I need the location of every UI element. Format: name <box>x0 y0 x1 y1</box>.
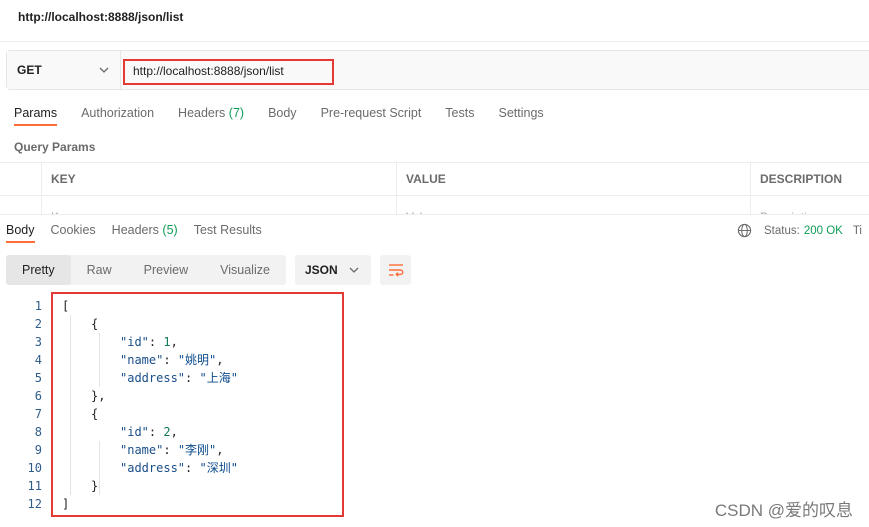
request-bar: GET http://localhost:8888/json/list <box>6 50 869 90</box>
format-select[interactable]: JSON <box>295 255 371 285</box>
status-label: Status: <box>764 224 800 237</box>
line-number: 7 <box>34 407 42 421</box>
column-key: KEY <box>42 163 397 195</box>
view-raw-button[interactable]: Raw <box>71 255 128 285</box>
line-number: 8 <box>34 425 42 439</box>
line-number: 3 <box>34 335 42 349</box>
tab-settings[interactable]: Settings <box>498 106 543 126</box>
line-number: 12 <box>27 497 42 511</box>
tab-params[interactable]: Params <box>14 106 58 126</box>
line-number: 10 <box>27 461 42 475</box>
query-params-title: Query Params <box>14 140 96 154</box>
response-tab-body[interactable]: Body <box>6 223 35 243</box>
response-tabs: Body Cookies Headers (5) Test Results <box>6 223 278 243</box>
tab-pre-request-script[interactable]: Pre-request Script <box>321 106 422 126</box>
line-number: 5 <box>34 371 42 385</box>
status-value[interactable]: 200 OK <box>804 225 843 237</box>
response-headers-count: (5) <box>162 223 178 237</box>
line-number: 4 <box>34 353 42 367</box>
view-pretty-button[interactable]: Pretty <box>6 255 71 285</box>
wrap-lines-icon <box>388 264 403 277</box>
response-tab-cookies[interactable]: Cookies <box>51 223 96 243</box>
watermark: CSDN @爱的叹息 <box>714 501 853 520</box>
line-number: 1 <box>34 299 42 313</box>
url-highlight-box <box>123 59 334 85</box>
code-highlight-box <box>51 292 344 517</box>
url-input[interactable]: http://localhost:8888/json/list <box>121 51 869 89</box>
value-input[interactable]: Value <box>397 196 751 214</box>
status-area: Status: 200 OK Ti <box>737 223 862 238</box>
params-row-checkbox <box>0 196 42 214</box>
params-input-row: Key Value Description <box>0 196 869 214</box>
description-input[interactable]: Description <box>751 196 869 214</box>
tab-body[interactable]: Body <box>268 106 297 126</box>
params-checkbox-col <box>0 163 42 195</box>
format-label: JSON <box>305 263 338 277</box>
wrap-lines-button[interactable] <box>380 255 411 285</box>
method-select[interactable]: GET <box>7 51 121 89</box>
request-tabs: Params Authorization Headers (7) Body Pr… <box>14 106 568 126</box>
headers-count: (7) <box>228 106 245 120</box>
key-input[interactable]: Key <box>42 196 397 214</box>
chevron-down-icon <box>349 267 359 273</box>
tab-authorization[interactable]: Authorization <box>81 106 154 126</box>
line-number: 9 <box>34 443 42 457</box>
response-divider[interactable] <box>0 214 869 215</box>
params-header-row: KEY VALUE DESCRIPTION <box>0 163 869 196</box>
line-number: 2 <box>34 317 42 331</box>
method-label: GET <box>17 63 42 77</box>
tab-tests[interactable]: Tests <box>445 106 474 126</box>
response-tab-test-results[interactable]: Test Results <box>194 223 262 243</box>
params-table: KEY VALUE DESCRIPTION Key Value Descript… <box>0 162 869 214</box>
time-label[interactable]: Ti <box>853 225 862 237</box>
line-number: 6 <box>34 389 42 403</box>
globe-icon[interactable] <box>737 223 752 238</box>
response-tab-headers[interactable]: Headers (5) <box>112 223 178 243</box>
column-value: VALUE <box>397 163 751 195</box>
column-description: DESCRIPTION <box>760 172 843 186</box>
tab-headers[interactable]: Headers (7) <box>178 106 244 126</box>
view-visualize-button[interactable]: Visualize <box>204 255 286 285</box>
view-mode-switch: Pretty Raw Preview Visualize <box>6 255 286 285</box>
line-number: 11 <box>27 479 42 493</box>
window-title: http://localhost:8888/json/list <box>18 10 184 24</box>
chevron-down-icon <box>98 64 110 76</box>
view-preview-button[interactable]: Preview <box>128 255 204 285</box>
header-divider <box>0 41 869 42</box>
